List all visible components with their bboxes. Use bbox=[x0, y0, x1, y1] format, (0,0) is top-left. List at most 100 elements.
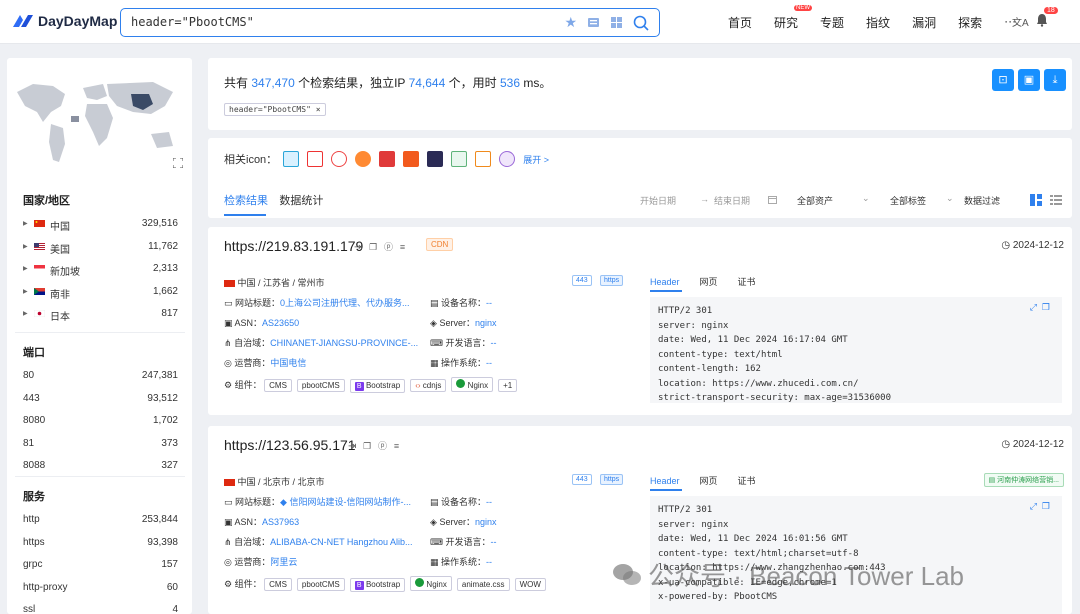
query-tag[interactable]: header="PbootCMS" × bbox=[224, 101, 326, 116]
calendar-icon[interactable] bbox=[768, 195, 777, 204]
compare-icon[interactable]: ≡ bbox=[400, 242, 405, 252]
tab-webpage[interactable]: 网页 bbox=[700, 277, 718, 287]
translate-icon[interactable]: 文A bbox=[1012, 14, 1029, 29]
all-assets-select[interactable]: 全部资产 bbox=[797, 194, 833, 207]
fullscreen-icon[interactable] bbox=[173, 158, 183, 168]
card-view-icon[interactable] bbox=[1030, 194, 1042, 206]
search-detail-button[interactable]: ⊡ bbox=[992, 69, 1014, 91]
component-chip[interactable]: animate.css bbox=[456, 578, 510, 591]
country-row[interactable]: ▶ 南非 1,662 bbox=[7, 282, 192, 305]
copy-icon[interactable]: ❐ bbox=[1042, 501, 1050, 511]
component-chip[interactable]: ‹› cdnjs bbox=[410, 379, 447, 392]
asn-value[interactable]: AS37963 bbox=[262, 517, 299, 527]
tab-header[interactable]: Header bbox=[650, 277, 680, 287]
component-chip[interactable]: pbootCMS bbox=[296, 578, 345, 591]
save-button[interactable]: ▣ bbox=[1018, 69, 1040, 91]
close-icon[interactable]: × bbox=[316, 105, 321, 114]
copy-icon[interactable]: ❐ bbox=[369, 242, 377, 252]
expand-icon[interactable]: ⤢ bbox=[1030, 302, 1037, 312]
all-tags-select[interactable]: 全部标签 bbox=[890, 194, 926, 207]
port-row[interactable]: 80 247,381 bbox=[7, 366, 192, 389]
service-row[interactable]: http-proxy 60 bbox=[7, 578, 192, 601]
port-row[interactable]: 8080 1,702 bbox=[7, 411, 192, 434]
component-chip[interactable]: CMS bbox=[264, 578, 292, 591]
tab-header[interactable]: Header bbox=[650, 476, 680, 486]
app-icon-10[interactable] bbox=[499, 151, 516, 167]
result-ip-link[interactable]: https://123.56.95.171 bbox=[224, 437, 356, 453]
grid-icon[interactable] bbox=[610, 16, 623, 29]
country-row[interactable]: ▶ 日本 817 bbox=[7, 304, 192, 327]
autonomous-value[interactable]: CHINANET-JIANGSU-PROVINCE-... bbox=[270, 338, 418, 348]
port-badge[interactable]: 443 bbox=[572, 275, 592, 286]
nav-explore[interactable]: 探索 bbox=[958, 14, 982, 31]
tab-statistics[interactable]: 数据统计 bbox=[279, 195, 323, 207]
country-row[interactable]: ▶ 新加坡 2,313 bbox=[7, 259, 192, 282]
country-row[interactable]: ▶ 中国 329,516 bbox=[7, 214, 192, 237]
component-chip[interactable]: B Bootstrap bbox=[349, 578, 406, 592]
component-chip[interactable]: WOW bbox=[514, 578, 546, 591]
nav-home[interactable]: 首页 bbox=[728, 14, 752, 31]
component-chip[interactable]: CMS bbox=[264, 379, 292, 392]
component-chip[interactable]: pbootCMS bbox=[296, 379, 345, 392]
result-ip-link[interactable]: https://219.83.191.179 bbox=[224, 238, 363, 254]
world-map[interactable] bbox=[13, 72, 185, 172]
autonomous-value[interactable]: ALIBABA-CN-NET Hangzhou Alib... bbox=[270, 537, 412, 547]
service-row[interactable]: ssl 4 bbox=[7, 600, 192, 614]
port-badge[interactable]: 443 bbox=[572, 474, 592, 485]
protocol-badge[interactable]: https bbox=[600, 275, 624, 286]
port-row[interactable]: 443 93,512 bbox=[7, 389, 192, 412]
service-row[interactable]: https 93,398 bbox=[7, 533, 192, 556]
end-date[interactable]: 结束日期 bbox=[714, 194, 750, 207]
tab-certificate[interactable]: 证书 bbox=[738, 277, 756, 287]
tab-certificate[interactable]: 证书 bbox=[738, 476, 756, 486]
copy-icon[interactable]: ❐ bbox=[363, 441, 371, 451]
app-icon-4[interactable] bbox=[355, 151, 372, 167]
start-date[interactable]: 开始日期 bbox=[640, 194, 676, 207]
compare-icon[interactable]: ≡ bbox=[394, 441, 399, 451]
tab-webpage[interactable]: 网页 bbox=[700, 476, 718, 486]
app-icon-9[interactable] bbox=[475, 151, 492, 167]
list-view-icon[interactable] bbox=[1050, 194, 1062, 206]
nav-topics[interactable]: 专题 bbox=[820, 14, 844, 31]
star-icon[interactable]: ★ bbox=[564, 14, 577, 31]
nav-vulnerability[interactable]: 漏洞 bbox=[912, 14, 936, 31]
site-title-value[interactable]: 信阳网站建设-信阳网站制作-... bbox=[289, 497, 411, 507]
server-value[interactable]: nginx bbox=[475, 517, 497, 527]
app-icon-6[interactable] bbox=[403, 151, 420, 167]
nav-research[interactable]: 研究 NEW bbox=[774, 5, 813, 31]
server-value[interactable]: nginx bbox=[475, 318, 497, 328]
logo[interactable]: DayDayMap bbox=[12, 12, 117, 30]
app-icon-2[interactable] bbox=[307, 151, 324, 167]
app-icon-3[interactable] bbox=[331, 151, 348, 167]
expand-icon[interactable]: ⤢ bbox=[1030, 501, 1037, 511]
component-chip[interactable]: Nginx bbox=[410, 576, 452, 591]
app-icon-1[interactable] bbox=[283, 151, 300, 167]
data-filter-select[interactable]: 数据过滤 bbox=[964, 194, 1000, 207]
site-title-value[interactable]: 0上海公司注册代理、代办服务... bbox=[280, 298, 410, 308]
country-row[interactable]: ▶ 美国 11,762 bbox=[7, 237, 192, 260]
component-chip[interactable]: Nginx bbox=[451, 377, 494, 392]
bell-icon[interactable] bbox=[1036, 13, 1048, 27]
operator-value[interactable]: 阿里云 bbox=[270, 557, 297, 567]
open-icon[interactable]: ⇥ bbox=[348, 441, 356, 452]
search-box[interactable]: header="PbootCMS" ★ bbox=[120, 8, 660, 37]
more-components-chip[interactable]: +1 bbox=[498, 379, 518, 392]
service-row[interactable]: http 253,844 bbox=[7, 510, 192, 533]
app-icon-7[interactable] bbox=[427, 151, 444, 167]
protocol-badge[interactable]: https bbox=[600, 474, 624, 485]
download-button[interactable]: ⤓ bbox=[1044, 69, 1066, 91]
nav-fingerprint[interactable]: 指纹 bbox=[866, 14, 890, 31]
port-row[interactable]: 81 373 bbox=[7, 434, 192, 457]
search-icon[interactable] bbox=[633, 15, 649, 31]
operator-value[interactable]: 中国电信 bbox=[270, 358, 306, 368]
app-icon-5[interactable] bbox=[379, 151, 396, 167]
app-icon-8[interactable] bbox=[451, 151, 468, 167]
history-icon[interactable] bbox=[587, 16, 600, 29]
service-row[interactable]: grpc 157 bbox=[7, 555, 192, 578]
asn-value[interactable]: AS23650 bbox=[262, 318, 299, 328]
component-chip[interactable]: B Bootstrap bbox=[349, 379, 406, 393]
open-icon[interactable]: ⇥ bbox=[354, 242, 362, 253]
copy-icon[interactable]: ❐ bbox=[1042, 302, 1050, 312]
ip-icon[interactable]: ⓟ bbox=[378, 441, 387, 451]
ip-icon[interactable]: ⓟ bbox=[384, 242, 393, 252]
